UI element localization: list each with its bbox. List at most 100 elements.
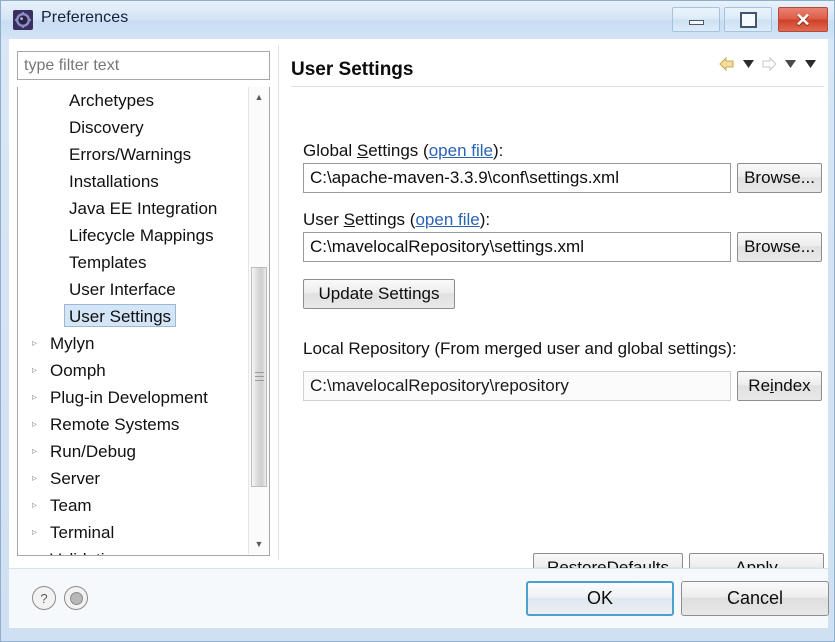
scrollbar-grip-icon — [255, 372, 264, 382]
reindex-button[interactable]: Re i ndex — [737, 371, 822, 401]
user-settings-open-file-link[interactable]: open file — [415, 210, 479, 229]
minimize-icon — [673, 8, 719, 31]
cancel-button[interactable]: Cancel — [681, 581, 829, 616]
tree-item-user-settings[interactable]: User Settings — [18, 303, 250, 330]
tree-item-validation[interactable]: ▹ Validation — [18, 546, 250, 555]
expand-arrow-icon[interactable]: ▹ — [32, 519, 44, 546]
preferences-tree-list: Archetypes Discovery Errors/Warnings Instal… — [18, 87, 250, 555]
tree-item-label: Terminal — [50, 523, 115, 542]
user-browse-label: Browse... — [744, 237, 815, 256]
global-settings-browse-button[interactable]: Browse... — [737, 163, 822, 193]
tree-item-label: User Interface — [69, 280, 176, 299]
tree-item-label: Remote Systems — [50, 415, 180, 434]
tree-item-oomph[interactable]: ▹ Oomph — [18, 357, 250, 384]
panel-divider — [278, 45, 279, 560]
preferences-gear-icon — [13, 10, 33, 30]
reindex-label-post: ndex — [773, 376, 811, 395]
tree-item-lifecycle-mappings[interactable]: Lifecycle Mappings — [18, 222, 250, 249]
update-settings-button[interactable]: Update Settings — [303, 279, 455, 309]
maximize-button[interactable] — [724, 7, 772, 32]
expand-arrow-icon[interactable]: ▹ — [32, 384, 44, 411]
expand-arrow-icon[interactable]: ▹ — [32, 465, 44, 492]
scroll-down-arrow-icon[interactable]: ▼ — [249, 534, 269, 554]
tree-item-user-interface[interactable]: User Interface — [18, 276, 250, 303]
user-settings-path-input[interactable] — [303, 232, 731, 262]
dialog-footer: ? OK Cancel — [9, 568, 829, 628]
global-settings-path-input[interactable] — [303, 163, 731, 193]
tree-item-templates[interactable]: Templates — [18, 249, 250, 276]
tree-item-label: Errors/Warnings — [69, 145, 192, 164]
global-settings-label-pre: Global — [303, 141, 357, 160]
back-dropdown-icon[interactable] — [740, 56, 756, 72]
user-settings-label-pre: User — [303, 210, 344, 229]
tree-item-team[interactable]: ▹ Team — [18, 492, 250, 519]
expand-arrow-icon[interactable]: ▹ — [32, 492, 44, 519]
tree-item-remote-systems[interactable]: ▹ Remote Systems — [18, 411, 250, 438]
tree-item-label: Oomph — [50, 361, 106, 380]
forward-dropdown-icon[interactable] — [782, 56, 798, 72]
minimize-button[interactable] — [672, 7, 720, 32]
expand-arrow-icon[interactable]: ▹ — [32, 330, 44, 357]
user-settings-label: User Settings (open file): — [303, 210, 490, 230]
tree-item-java-ee-integration[interactable]: Java EE Integration — [18, 195, 250, 222]
user-settings-browse-button[interactable]: Browse... — [737, 232, 822, 262]
title-underline — [291, 86, 824, 87]
reindex-label-pre: Re — [748, 376, 771, 395]
tree-item-label: Mylyn — [50, 334, 95, 353]
tree-scrollbar[interactable]: ▲ ▼ — [248, 87, 269, 554]
gear-icon-svg — [15, 12, 31, 28]
global-settings-label: Global Settings (open file): — [303, 141, 503, 161]
help-icon[interactable]: ? — [32, 586, 56, 610]
window-title: Preferences — [41, 9, 129, 26]
user-settings-label-mnemonic: S — [343, 210, 355, 229]
expand-arrow-icon[interactable]: ▹ — [32, 357, 44, 384]
close-icon: ✕ — [795, 9, 811, 30]
forward-arrow-icon — [762, 56, 777, 72]
restore-icon — [725, 8, 771, 31]
global-settings-label-end: ): — [492, 141, 504, 160]
tree-item-mylyn[interactable]: ▹ Mylyn — [18, 330, 250, 357]
tree-item-label: Installations — [69, 172, 159, 191]
tip-icon[interactable] — [64, 586, 88, 610]
tree-item-discovery[interactable]: Discovery — [18, 114, 250, 141]
tree-item-run-debug[interactable]: ▹ Run/Debug — [18, 438, 250, 465]
tree-item-label: Plug-in Development — [50, 388, 208, 407]
tree-item-errors-warnings[interactable]: Errors/Warnings — [18, 141, 250, 168]
user-settings-label-post: ettings ( — [354, 210, 416, 229]
tree-item-label: Run/Debug — [50, 442, 137, 461]
page-title: User Settings — [291, 59, 414, 80]
update-settings-label: Update Settings — [318, 284, 440, 303]
ok-button[interactable]: OK — [526, 581, 674, 616]
tree-item-label: User Settings — [64, 304, 177, 327]
scroll-up-arrow-icon[interactable]: ▲ — [249, 87, 269, 107]
tree-item-terminal[interactable]: ▹ Terminal — [18, 519, 250, 546]
tree-item-installations[interactable]: Installations — [18, 168, 250, 195]
user-settings-page: User Settings Global Settings (open file… — [287, 39, 828, 583]
title-bar: Preferences ✕ — [1, 1, 834, 39]
local-repository-label: Local Repository (From merged user and g… — [303, 339, 737, 358]
global-settings-open-file-link[interactable]: open file — [429, 141, 493, 160]
user-settings-label-end: ): — [479, 210, 491, 229]
view-menu-dropdown-icon[interactable] — [802, 56, 818, 72]
tree-item-server[interactable]: ▹ Server — [18, 465, 250, 492]
scrollbar-thumb[interactable] — [251, 267, 267, 487]
tree-item-label: Server — [50, 469, 101, 488]
tree-item-label: Lifecycle Mappings — [69, 226, 214, 245]
ok-label: OK — [586, 588, 613, 608]
page-navigation-toolbar — [718, 55, 818, 73]
tree-item-archetypes[interactable]: Archetypes — [18, 87, 250, 114]
tree-item-label: Validation — [50, 546, 123, 555]
tip-icon-dot — [69, 591, 83, 605]
close-button[interactable]: ✕ — [778, 7, 828, 32]
global-settings-label-post: ettings ( — [368, 141, 429, 160]
expand-arrow-icon[interactable]: ▹ — [32, 411, 44, 438]
back-arrow-icon[interactable] — [718, 55, 736, 73]
local-repository-path-input — [303, 371, 731, 401]
dialog-content: Archetypes Discovery Errors/Warnings Instal… — [9, 39, 828, 583]
expand-arrow-icon[interactable]: ▹ — [32, 438, 44, 465]
expand-arrow-icon[interactable]: ▹ — [32, 546, 44, 555]
tree-item-label: Archetypes — [69, 91, 155, 110]
filter-input[interactable] — [17, 51, 270, 80]
global-settings-label-mnemonic: S — [356, 141, 369, 160]
tree-item-plug-in-development[interactable]: ▹ Plug-in Development — [18, 384, 250, 411]
